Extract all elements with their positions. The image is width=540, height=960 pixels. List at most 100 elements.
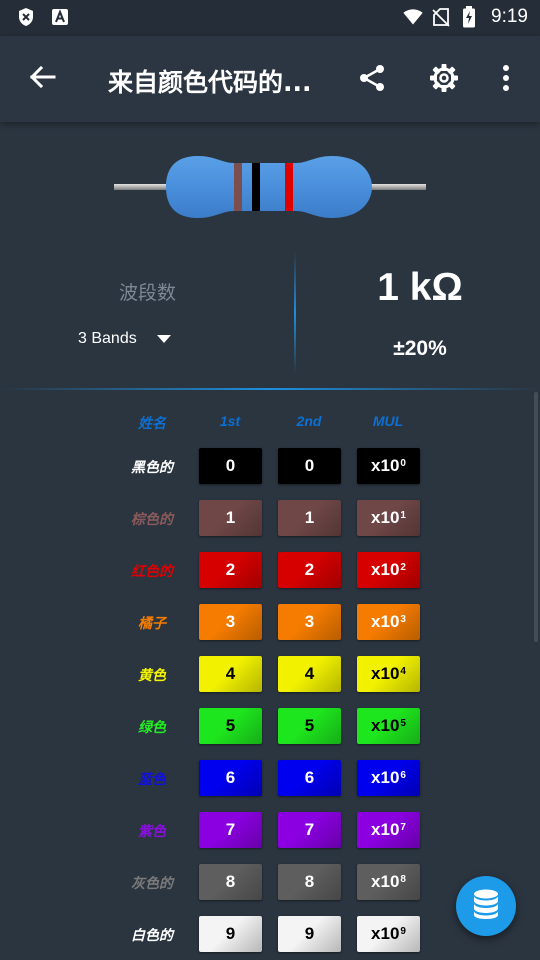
multiplier-exponent: 8 xyxy=(400,873,406,885)
bands-label: 波段数 xyxy=(118,282,176,304)
multiplier-cell[interactable]: x10 8 xyxy=(357,864,420,900)
multiplier-base: x10 xyxy=(371,560,400,579)
multiplier-cell[interactable]: x10 0 xyxy=(357,448,420,484)
second-band-cell[interactable]: 1 xyxy=(278,500,341,536)
multiplier-cell[interactable]: x10 6 xyxy=(357,760,420,796)
row-name: 灰色的 xyxy=(131,876,173,892)
digit-label: 6 xyxy=(225,768,236,787)
multiplier-base: x10 xyxy=(371,768,400,787)
digit-label: 0 xyxy=(225,456,236,475)
multiplier-base: x10 xyxy=(371,508,400,527)
settings-button[interactable] xyxy=(424,60,464,100)
resistance-value: 1 kΩ xyxy=(377,266,463,309)
bands-dropdown[interactable]: 3 Bands xyxy=(78,330,171,348)
second-band-cell[interactable]: 7 xyxy=(278,812,341,848)
resistor-illustration xyxy=(110,150,430,225)
more-options-button[interactable] xyxy=(486,60,526,100)
multiplier-base: x10 xyxy=(371,872,400,891)
digit-label: 9 xyxy=(225,924,236,943)
row-name: 黄色 xyxy=(138,668,166,684)
first-band-cell[interactable]: 6 xyxy=(199,760,262,796)
first-band-cell[interactable]: 5 xyxy=(199,708,262,744)
digit-label: 7 xyxy=(304,820,315,839)
digit-label: 9 xyxy=(304,924,315,943)
multiplier-cell[interactable]: x10 7 xyxy=(357,812,420,848)
first-band-cell[interactable]: 8 xyxy=(199,864,262,900)
share-button[interactable] xyxy=(352,60,392,100)
second-band-cell[interactable]: 2 xyxy=(278,552,341,588)
row-name: 蓝色 xyxy=(138,772,166,788)
digit-label: 6 xyxy=(304,768,315,787)
multiplier-exponent: 4 xyxy=(400,665,406,677)
first-band-cell[interactable]: 7 xyxy=(199,812,262,848)
digit-label: 4 xyxy=(225,664,236,683)
shield-icon xyxy=(16,7,36,27)
multiplier-exponent: 6 xyxy=(400,769,406,781)
digit-label: 5 xyxy=(225,716,236,735)
back-button[interactable] xyxy=(22,61,62,97)
vertical-divider xyxy=(294,252,296,374)
bands-panel: 波段数 3 Bands xyxy=(0,250,295,375)
digit-label: 3 xyxy=(304,612,315,631)
multiplier-cell[interactable]: x10 4 xyxy=(357,656,420,692)
multiplier-exponent: 7 xyxy=(400,821,406,833)
second-band-cell[interactable]: 4 xyxy=(278,656,341,692)
digit-label: 1 xyxy=(304,508,315,527)
share-icon xyxy=(357,63,387,98)
multiplier-cell[interactable]: x10 2 xyxy=(357,552,420,588)
header-first: 1st xyxy=(219,413,241,429)
text-a-icon xyxy=(50,7,70,27)
row-name: 棕色的 xyxy=(131,512,173,528)
multiplier-cell[interactable]: x10 3 xyxy=(357,604,420,640)
second-band-cell[interactable]: 8 xyxy=(278,864,341,900)
second-band-cell[interactable]: 6 xyxy=(278,760,341,796)
status-bar: 9:19 xyxy=(0,0,540,36)
digit-label: 8 xyxy=(304,872,315,891)
first-band-cell[interactable]: 4 xyxy=(199,656,262,692)
dropdown-arrow-icon xyxy=(156,330,171,348)
digit-label: 8 xyxy=(225,872,236,891)
digit-label: 2 xyxy=(304,560,315,579)
first-band-cell[interactable]: 2 xyxy=(199,552,262,588)
row-name: 黑色的 xyxy=(131,460,173,476)
digit-label: 0 xyxy=(304,456,315,475)
row-name: 白色的 xyxy=(131,928,173,944)
multiplier-exponent: 9 xyxy=(400,925,406,937)
second-band-cell[interactable]: 9 xyxy=(278,916,341,952)
second-band-cell[interactable]: 0 xyxy=(278,448,341,484)
first-band-cell[interactable]: 3 xyxy=(199,604,262,640)
first-band-cell[interactable]: 9 xyxy=(199,916,262,952)
multiplier-base: x10 xyxy=(371,820,400,839)
digit-label: 4 xyxy=(304,664,315,683)
multiplier-cell[interactable]: x10 9 xyxy=(357,916,420,952)
multiplier-exponent: 5 xyxy=(400,717,406,729)
multiplier-base: x10 xyxy=(371,456,400,475)
multiplier-exponent: 1 xyxy=(400,509,406,521)
multiplier-base: x10 xyxy=(371,716,400,735)
gear-icon xyxy=(429,63,459,98)
row-name: 绿色 xyxy=(138,720,166,736)
row-name: 橘子 xyxy=(138,616,166,632)
header-name: 姓名 xyxy=(138,415,166,431)
no-sim-icon xyxy=(431,7,451,27)
multiplier-exponent: 3 xyxy=(400,613,406,625)
database-icon xyxy=(473,889,499,924)
multiplier-base: x10 xyxy=(371,924,400,943)
multiplier-base: x10 xyxy=(371,612,400,631)
multiplier-exponent: 0 xyxy=(400,457,406,469)
digit-label: 3 xyxy=(225,612,236,631)
digit-label: 2 xyxy=(225,560,236,579)
multiplier-cell[interactable]: x10 1 xyxy=(357,500,420,536)
multiplier-cell[interactable]: x10 5 xyxy=(357,708,420,744)
page-title: 来自颜色代码的... xyxy=(108,68,312,97)
row-name: 紫色 xyxy=(138,824,166,840)
database-fab[interactable] xyxy=(456,876,516,936)
horizontal-divider xyxy=(0,388,540,390)
digit-label: 1 xyxy=(225,508,236,527)
first-band-cell[interactable]: 0 xyxy=(199,448,262,484)
scrollbar[interactable] xyxy=(534,392,538,642)
first-band-cell[interactable]: 1 xyxy=(199,500,262,536)
second-band-cell[interactable]: 5 xyxy=(278,708,341,744)
second-band-cell[interactable]: 3 xyxy=(278,604,341,640)
bands-dropdown-value: 3 Bands xyxy=(78,330,137,347)
